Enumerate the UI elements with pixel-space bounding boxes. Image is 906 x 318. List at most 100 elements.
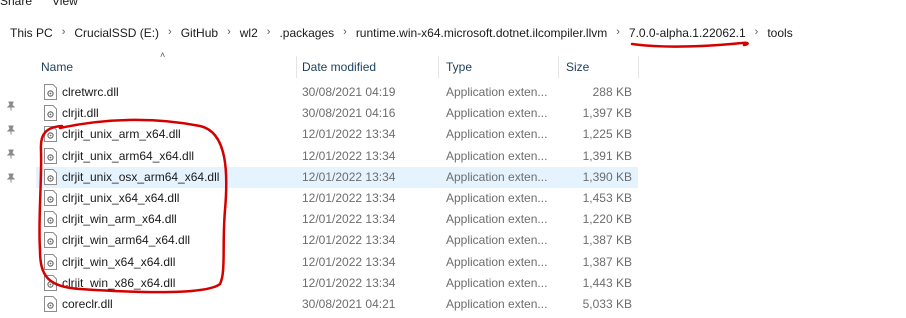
file-type: Application exten... bbox=[446, 106, 548, 121]
file-type: Application exten... bbox=[446, 254, 548, 269]
chevron-right-icon[interactable]: › bbox=[616, 26, 620, 38]
file-name: clrjit_unix_arm64_x64.dll bbox=[62, 148, 195, 163]
file-name: clrjit_win_arm64_x64.dll bbox=[62, 233, 191, 248]
file-size: 1,387 KB bbox=[582, 233, 632, 248]
dll-file-icon bbox=[44, 147, 57, 164]
file-type: Application exten... bbox=[446, 127, 548, 142]
file-row[interactable]: clrjit_unix_x64_x64.dll 12/01/2022 13:34 A… bbox=[36, 188, 638, 209]
dll-file-icon bbox=[44, 296, 57, 312]
pin-icon[interactable] bbox=[6, 173, 16, 183]
file-row[interactable]: clrjit_unix_arm_x64.dll 12/01/2022 13:34 A… bbox=[36, 124, 638, 145]
ribbon-tab-view[interactable]: View bbox=[52, 0, 78, 8]
column-divider[interactable] bbox=[438, 56, 439, 78]
file-date-modified: 30/08/2021 04:21 bbox=[302, 297, 396, 311]
file-name: clrjit_unix_osx_arm64_x64.dll bbox=[62, 169, 220, 184]
file-name: coreclr.dll bbox=[62, 297, 113, 311]
file-name: clrjit_win_x64_x64.dll bbox=[62, 254, 176, 269]
crumb-version[interactable]: 7.0.0-alpha.1.22062.1 bbox=[629, 26, 746, 40]
file-type: Application exten... bbox=[446, 169, 548, 184]
file-date-modified: 30/08/2021 04:19 bbox=[302, 85, 396, 99]
file-row[interactable]: coreclr.dll 30/08/2021 04:21 Application e… bbox=[36, 294, 638, 315]
crumb-packages[interactable]: .packages bbox=[279, 26, 334, 40]
dll-file-icon bbox=[44, 211, 57, 228]
file-row[interactable]: clretwrc.dll 30/08/2021 04:19 Application … bbox=[36, 82, 638, 103]
file-date-modified: 12/01/2022 13:34 bbox=[302, 191, 396, 205]
file-size: 288 KB bbox=[592, 85, 632, 99]
file-date-modified: 12/01/2022 13:34 bbox=[302, 275, 396, 290]
file-size: 1,443 KB bbox=[582, 275, 632, 290]
file-name: clrjit_win_arm_x64.dll bbox=[62, 212, 177, 227]
crumb-github[interactable]: GitHub bbox=[181, 26, 218, 40]
file-name: clrjit_unix_arm_x64.dll bbox=[62, 127, 181, 142]
file-date-modified: 12/01/2022 13:34 bbox=[302, 127, 396, 142]
breadcrumb: This PC › CrucialSSD (E:) › GitHub › wl2… bbox=[0, 22, 906, 44]
dll-file-icon bbox=[44, 274, 57, 291]
chevron-right-icon[interactable]: › bbox=[168, 26, 172, 38]
file-size: 5,033 KB bbox=[582, 297, 632, 311]
file-date-modified: 12/01/2022 13:34 bbox=[302, 254, 396, 269]
file-row[interactable]: clrjit_win_x86_x64.dll 12/01/2022 13:34 Ap… bbox=[36, 273, 638, 294]
navigation-pane bbox=[0, 50, 24, 318]
column-divider[interactable] bbox=[296, 56, 297, 78]
pin-icon[interactable] bbox=[6, 125, 16, 135]
file-row[interactable]: clrjit.dll 30/08/2021 04:16 Application ex… bbox=[36, 103, 638, 124]
dll-file-icon bbox=[44, 232, 57, 249]
file-date-modified: 30/08/2021 04:16 bbox=[302, 106, 396, 121]
pin-icon[interactable] bbox=[6, 101, 16, 111]
chevron-right-icon[interactable]: › bbox=[227, 26, 231, 38]
column-type[interactable]: Type bbox=[446, 60, 472, 74]
dll-file-icon bbox=[44, 253, 57, 270]
file-type: Application exten... bbox=[446, 233, 548, 248]
file-row[interactable]: clrjit_unix_osx_arm64_x64.dll 12/01/2022 … bbox=[36, 166, 638, 188]
file-name: clrjit_unix_x64_x64.dll bbox=[62, 191, 180, 205]
file-name: clretwrc.dll bbox=[62, 85, 119, 99]
column-size[interactable]: Size bbox=[566, 60, 589, 74]
chevron-right-icon[interactable]: › bbox=[267, 26, 271, 38]
file-row[interactable]: clrjit_win_arm64_x64.dll 12/01/2022 13:34… bbox=[36, 230, 638, 251]
file-date-modified: 12/01/2022 13:34 bbox=[302, 169, 396, 184]
crumb-this-pc[interactable]: This PC bbox=[10, 26, 53, 40]
column-name[interactable]: Name bbox=[41, 60, 73, 74]
ribbon: Share View bbox=[0, 0, 906, 10]
file-type: Application exten... bbox=[446, 191, 548, 205]
chevron-right-icon[interactable]: › bbox=[755, 26, 759, 38]
file-type: Application exten... bbox=[446, 148, 548, 163]
column-header-row: ˄ Name Date modified Type Size bbox=[30, 50, 906, 78]
file-size: 1,397 KB bbox=[582, 106, 632, 121]
file-size: 1,390 KB bbox=[582, 169, 632, 184]
dll-file-icon bbox=[44, 190, 57, 206]
file-name: clrjit_win_x86_x64.dll bbox=[62, 275, 176, 290]
dll-file-icon bbox=[44, 168, 57, 185]
column-date-modified[interactable]: Date modified bbox=[302, 60, 376, 74]
crumb-runtime-package[interactable]: runtime.win-x64.microsoft.dotnet.ilcompi… bbox=[356, 26, 607, 40]
file-type: Application exten... bbox=[446, 85, 548, 99]
pin-icon[interactable] bbox=[6, 149, 16, 159]
dll-file-icon bbox=[44, 84, 57, 100]
crumb-wl2[interactable]: wl2 bbox=[240, 26, 258, 40]
file-type: Application exten... bbox=[446, 275, 548, 290]
crumb-tools[interactable]: tools bbox=[767, 26, 792, 40]
column-divider[interactable] bbox=[638, 56, 639, 78]
file-size: 1,387 KB bbox=[582, 254, 632, 269]
file-size: 1,220 KB bbox=[582, 212, 632, 227]
file-row[interactable]: clrjit_unix_arm64_x64.dll 12/01/2022 13:3… bbox=[36, 146, 638, 167]
file-date-modified: 12/01/2022 13:34 bbox=[302, 233, 396, 248]
file-size: 1,225 KB bbox=[582, 127, 632, 142]
file-type: Application exten... bbox=[446, 212, 548, 227]
crumb-drive[interactable]: CrucialSSD (E:) bbox=[74, 26, 159, 40]
file-size: 1,453 KB bbox=[582, 191, 632, 205]
sort-up-icon: ˄ bbox=[160, 50, 166, 60]
column-divider[interactable] bbox=[558, 56, 559, 78]
file-name: clrjit.dll bbox=[62, 106, 99, 121]
file-type: Application exten... bbox=[446, 297, 548, 311]
dll-file-icon bbox=[44, 126, 57, 143]
file-row[interactable]: clrjit_win_x64_x64.dll 12/01/2022 13:34 Ap… bbox=[36, 252, 638, 273]
chevron-right-icon[interactable]: › bbox=[343, 26, 347, 38]
file-size: 1,391 KB bbox=[582, 148, 632, 163]
ribbon-tab-share[interactable]: Share bbox=[0, 0, 32, 8]
file-row[interactable]: clrjit_win_arm_x64.dll 12/01/2022 13:34 Ap… bbox=[36, 209, 638, 230]
file-date-modified: 12/01/2022 13:34 bbox=[302, 212, 396, 227]
file-date-modified: 12/01/2022 13:34 bbox=[302, 148, 396, 163]
dll-file-icon bbox=[44, 105, 57, 122]
chevron-right-icon[interactable]: › bbox=[62, 26, 66, 38]
